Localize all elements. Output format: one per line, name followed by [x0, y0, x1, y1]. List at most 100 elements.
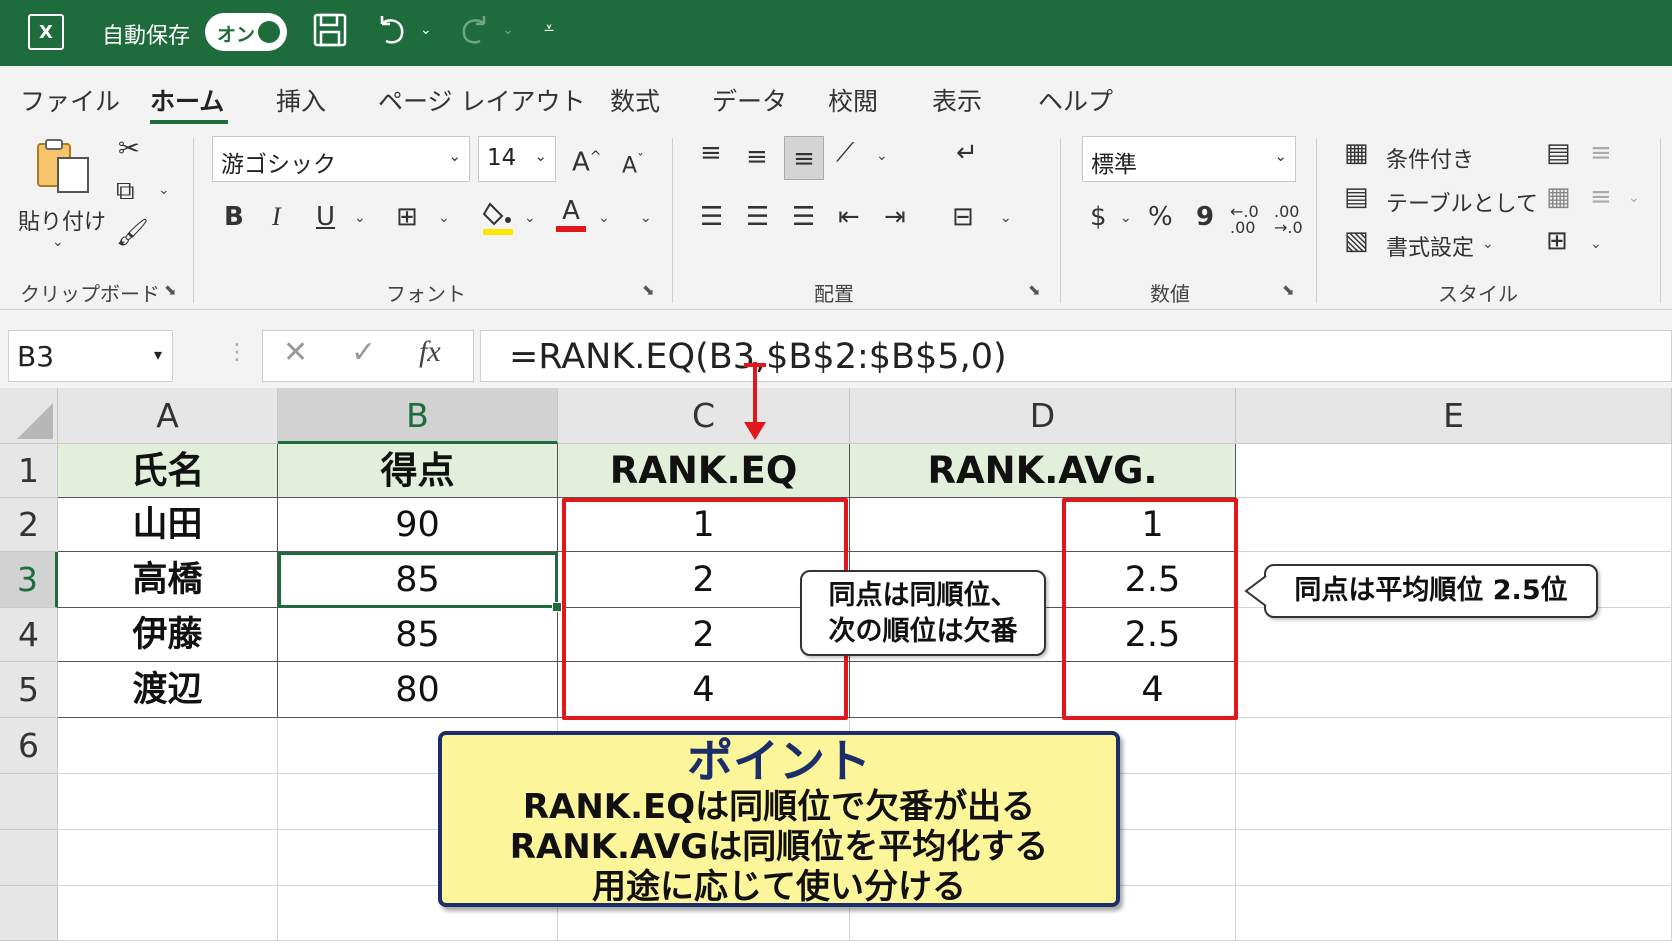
increase-indent-icon[interactable]: ⇥ — [884, 202, 906, 232]
redo-icon[interactable] — [456, 12, 492, 59]
align-right-icon[interactable]: ☰ — [792, 202, 815, 232]
cell-e8[interactable] — [1236, 830, 1672, 886]
row-header-7[interactable] — [0, 774, 58, 830]
cell-b5[interactable]: 80 — [278, 662, 558, 718]
enter-icon[interactable]: ✓ — [351, 335, 376, 387]
copy-icon[interactable]: ⧉ — [116, 176, 135, 206]
row-header-2[interactable]: 2 — [0, 498, 58, 552]
percent-icon[interactable]: % — [1148, 202, 1173, 232]
cell-b2[interactable]: 90 — [278, 498, 558, 552]
merge-center-icon[interactable]: ⊟ — [952, 202, 974, 232]
undo-icon[interactable] — [374, 12, 410, 59]
clipboard-launcher-icon[interactable]: ⬊ — [164, 281, 177, 299]
column-header-d[interactable]: D — [850, 388, 1236, 444]
cell-e6[interactable] — [1236, 718, 1672, 774]
undo-dropdown-icon[interactable]: ⌄ — [420, 22, 432, 38]
cell-a2[interactable]: 山田 — [58, 498, 278, 552]
cell-a7[interactable] — [58, 774, 278, 830]
column-header-b[interactable]: B — [278, 388, 558, 444]
alignment-launcher-icon[interactable]: ⬊ — [1028, 281, 1041, 299]
align-bottom-icon[interactable]: ≡ — [784, 136, 824, 180]
font-launcher-icon[interactable]: ⬊ — [642, 281, 655, 299]
orientation-dropdown-icon[interactable]: ⌄ — [876, 148, 888, 164]
redo-dropdown-icon[interactable]: ⌄ — [502, 22, 514, 38]
borders-icon[interactable]: ⊞ — [396, 202, 418, 232]
paste-button[interactable]: 貼り付け — [18, 204, 106, 236]
align-center-icon[interactable]: ☰ — [746, 202, 769, 232]
conditional-formatting-button[interactable]: 条件付き — [1386, 142, 1474, 174]
name-box[interactable]: B3 ▾ — [8, 330, 173, 382]
row-header-6[interactable]: 6 — [0, 718, 58, 774]
cell-a1[interactable]: 氏名 — [58, 444, 278, 498]
cell-a9[interactable] — [58, 886, 278, 941]
tab-page-layout[interactable]: ページ レイアウト — [378, 82, 585, 118]
tab-formulas[interactable]: 数式 — [610, 82, 660, 118]
fill-color-icon[interactable] — [482, 198, 514, 243]
tab-insert[interactable]: 挿入 — [276, 82, 326, 118]
cell-b4[interactable]: 85 — [278, 608, 558, 662]
conditional-formatting-icon[interactable]: ▦ — [1344, 138, 1369, 168]
borders-dropdown-icon[interactable]: ⌄ — [438, 210, 450, 226]
tab-review[interactable]: 校閲 — [828, 82, 878, 118]
row-header-5[interactable]: 5 — [0, 662, 58, 718]
format-as-table-button[interactable]: テーブルとして — [1386, 186, 1538, 218]
row-header-8[interactable] — [0, 830, 58, 886]
autosave-toggle[interactable]: オン — [205, 13, 287, 51]
paste-dropdown-icon[interactable]: ⌄ — [52, 234, 64, 250]
format-painter-icon[interactable]: 🖌 — [116, 218, 149, 248]
tab-data[interactable]: データ — [712, 82, 787, 118]
grow-font-icon[interactable]: A^ — [572, 142, 602, 178]
tab-view[interactable]: 表示 — [932, 82, 982, 118]
font-size-select[interactable]: 14 ⌄ — [478, 136, 556, 182]
font-color-icon[interactable]: A — [556, 198, 586, 232]
increase-decimal-icon[interactable]: ←.0.00 — [1230, 204, 1259, 236]
merge-dropdown-icon[interactable]: ⌄ — [1000, 210, 1012, 226]
format-cells-icon[interactable]: ⊞ — [1546, 226, 1568, 256]
cell-d1[interactable]: RANK.AVG. — [850, 444, 1236, 498]
insert-function-icon[interactable]: fx — [419, 335, 441, 387]
customize-icon[interactable]: ⩡ — [544, 18, 554, 39]
wrap-text-icon[interactable]: ↵ — [956, 138, 978, 168]
cell-a5[interactable]: 渡辺 — [58, 662, 278, 718]
sort-icon[interactable]: ≡ — [1590, 182, 1612, 212]
editing-icon[interactable]: ≡ — [1590, 138, 1612, 168]
align-top-icon[interactable]: ≡ — [700, 138, 722, 168]
cancel-icon[interactable]: ✕ — [283, 335, 308, 387]
number-launcher-icon[interactable]: ⬊ — [1282, 281, 1295, 299]
align-middle-icon[interactable]: ≡ — [746, 142, 768, 172]
format-cells-dropdown-icon[interactable]: ⌄ — [1590, 236, 1602, 252]
decrease-decimal-icon[interactable]: .00 →.0 — [1274, 204, 1303, 236]
delete-cells-icon[interactable]: ▦ — [1546, 182, 1571, 212]
orientation-icon[interactable]: ⟋ — [836, 138, 854, 168]
insert-cells-icon[interactable]: ▤ — [1546, 138, 1571, 168]
column-header-c[interactable]: C — [558, 388, 850, 444]
fill-color-dropdown-icon[interactable]: ⌄ — [524, 210, 536, 226]
cell-e5[interactable] — [1236, 662, 1672, 718]
align-left-icon[interactable]: ☰ — [700, 202, 723, 232]
shrink-font-icon[interactable]: Aˇ — [622, 146, 644, 181]
number-format-select[interactable]: 標準 ⌄ — [1082, 136, 1296, 182]
cell-a4[interactable]: 伊藤 — [58, 608, 278, 662]
format-as-table-icon[interactable]: ▤ — [1344, 182, 1369, 212]
paste-icon[interactable] — [34, 136, 94, 203]
select-all-button[interactable] — [0, 388, 58, 444]
decrease-indent-icon[interactable]: ⇤ — [838, 202, 860, 232]
cell-e1[interactable] — [1236, 444, 1672, 498]
cell-c1[interactable]: RANK.EQ — [558, 444, 850, 498]
font-more-icon[interactable]: ⌄ — [640, 210, 652, 226]
comma-style-icon[interactable]: 9 — [1196, 202, 1214, 232]
fill-handle[interactable] — [552, 602, 562, 612]
cell-e9[interactable] — [1236, 886, 1672, 941]
cell-styles-button[interactable]: 書式設定 — [1386, 230, 1474, 262]
copy-dropdown-icon[interactable]: ⌄ — [158, 182, 170, 198]
cell-a3[interactable]: 高橋 — [58, 552, 278, 608]
cell-e2[interactable] — [1236, 498, 1672, 552]
tab-help[interactable]: ヘルプ — [1038, 82, 1113, 118]
currency-icon[interactable]: $ — [1090, 202, 1107, 232]
row-header-9[interactable] — [0, 886, 58, 941]
cut-icon[interactable]: ✂ — [118, 134, 140, 164]
font-color-dropdown-icon[interactable]: ⌄ — [598, 210, 610, 226]
cell-a8[interactable] — [58, 830, 278, 886]
cell-b1[interactable]: 得点 — [278, 444, 558, 498]
sort-dropdown-icon[interactable]: ⌄ — [1628, 190, 1640, 206]
